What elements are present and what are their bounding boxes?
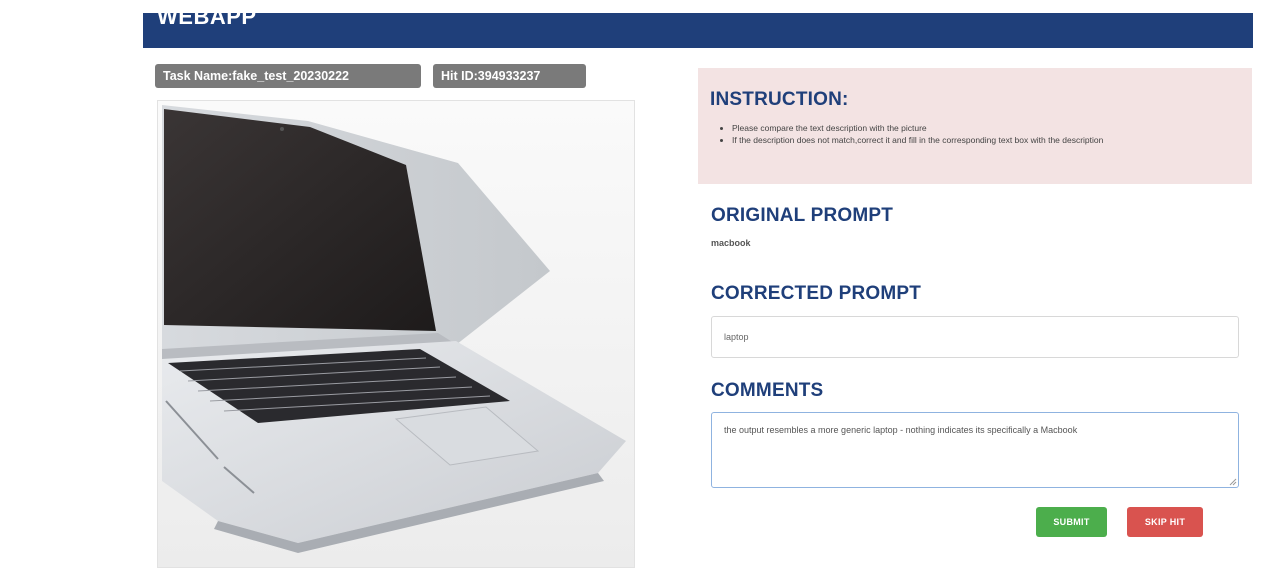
instruction-item: If the description does not match,correc… (732, 134, 1240, 146)
original-prompt-title: ORIGINAL PROMPT (711, 205, 894, 226)
original-prompt-value: macbook (711, 238, 751, 248)
instruction-panel: INSTRUCTION: Please compare the text des… (698, 68, 1252, 184)
instruction-list: Please compare the text description with… (732, 122, 1240, 146)
app-brand[interactable]: WEBAPP (157, 13, 257, 30)
task-image (157, 100, 635, 568)
submit-button[interactable]: SUBMIT (1036, 507, 1107, 537)
task-name-badge: Task Name:fake_test_20230222 (155, 64, 421, 88)
instruction-title: INSTRUCTION: (710, 89, 849, 110)
hit-id-badge: Hit ID:394933237 (433, 64, 586, 88)
resize-grip-icon[interactable] (1229, 478, 1237, 486)
instruction-item: Please compare the text description with… (732, 122, 1240, 134)
skip-hit-button[interactable]: SKIP HIT (1127, 507, 1203, 537)
top-navbar: WEBAPP (143, 13, 1253, 48)
corrected-prompt-input[interactable] (711, 316, 1239, 358)
comments-textarea[interactable]: the output resembles a more generic lapt… (711, 412, 1239, 488)
comments-title: COMMENTS (711, 380, 824, 401)
corrected-prompt-title: CORRECTED PROMPT (711, 283, 922, 304)
page-top-margin (0, 0, 1283, 13)
laptop-photo-icon (158, 101, 634, 567)
